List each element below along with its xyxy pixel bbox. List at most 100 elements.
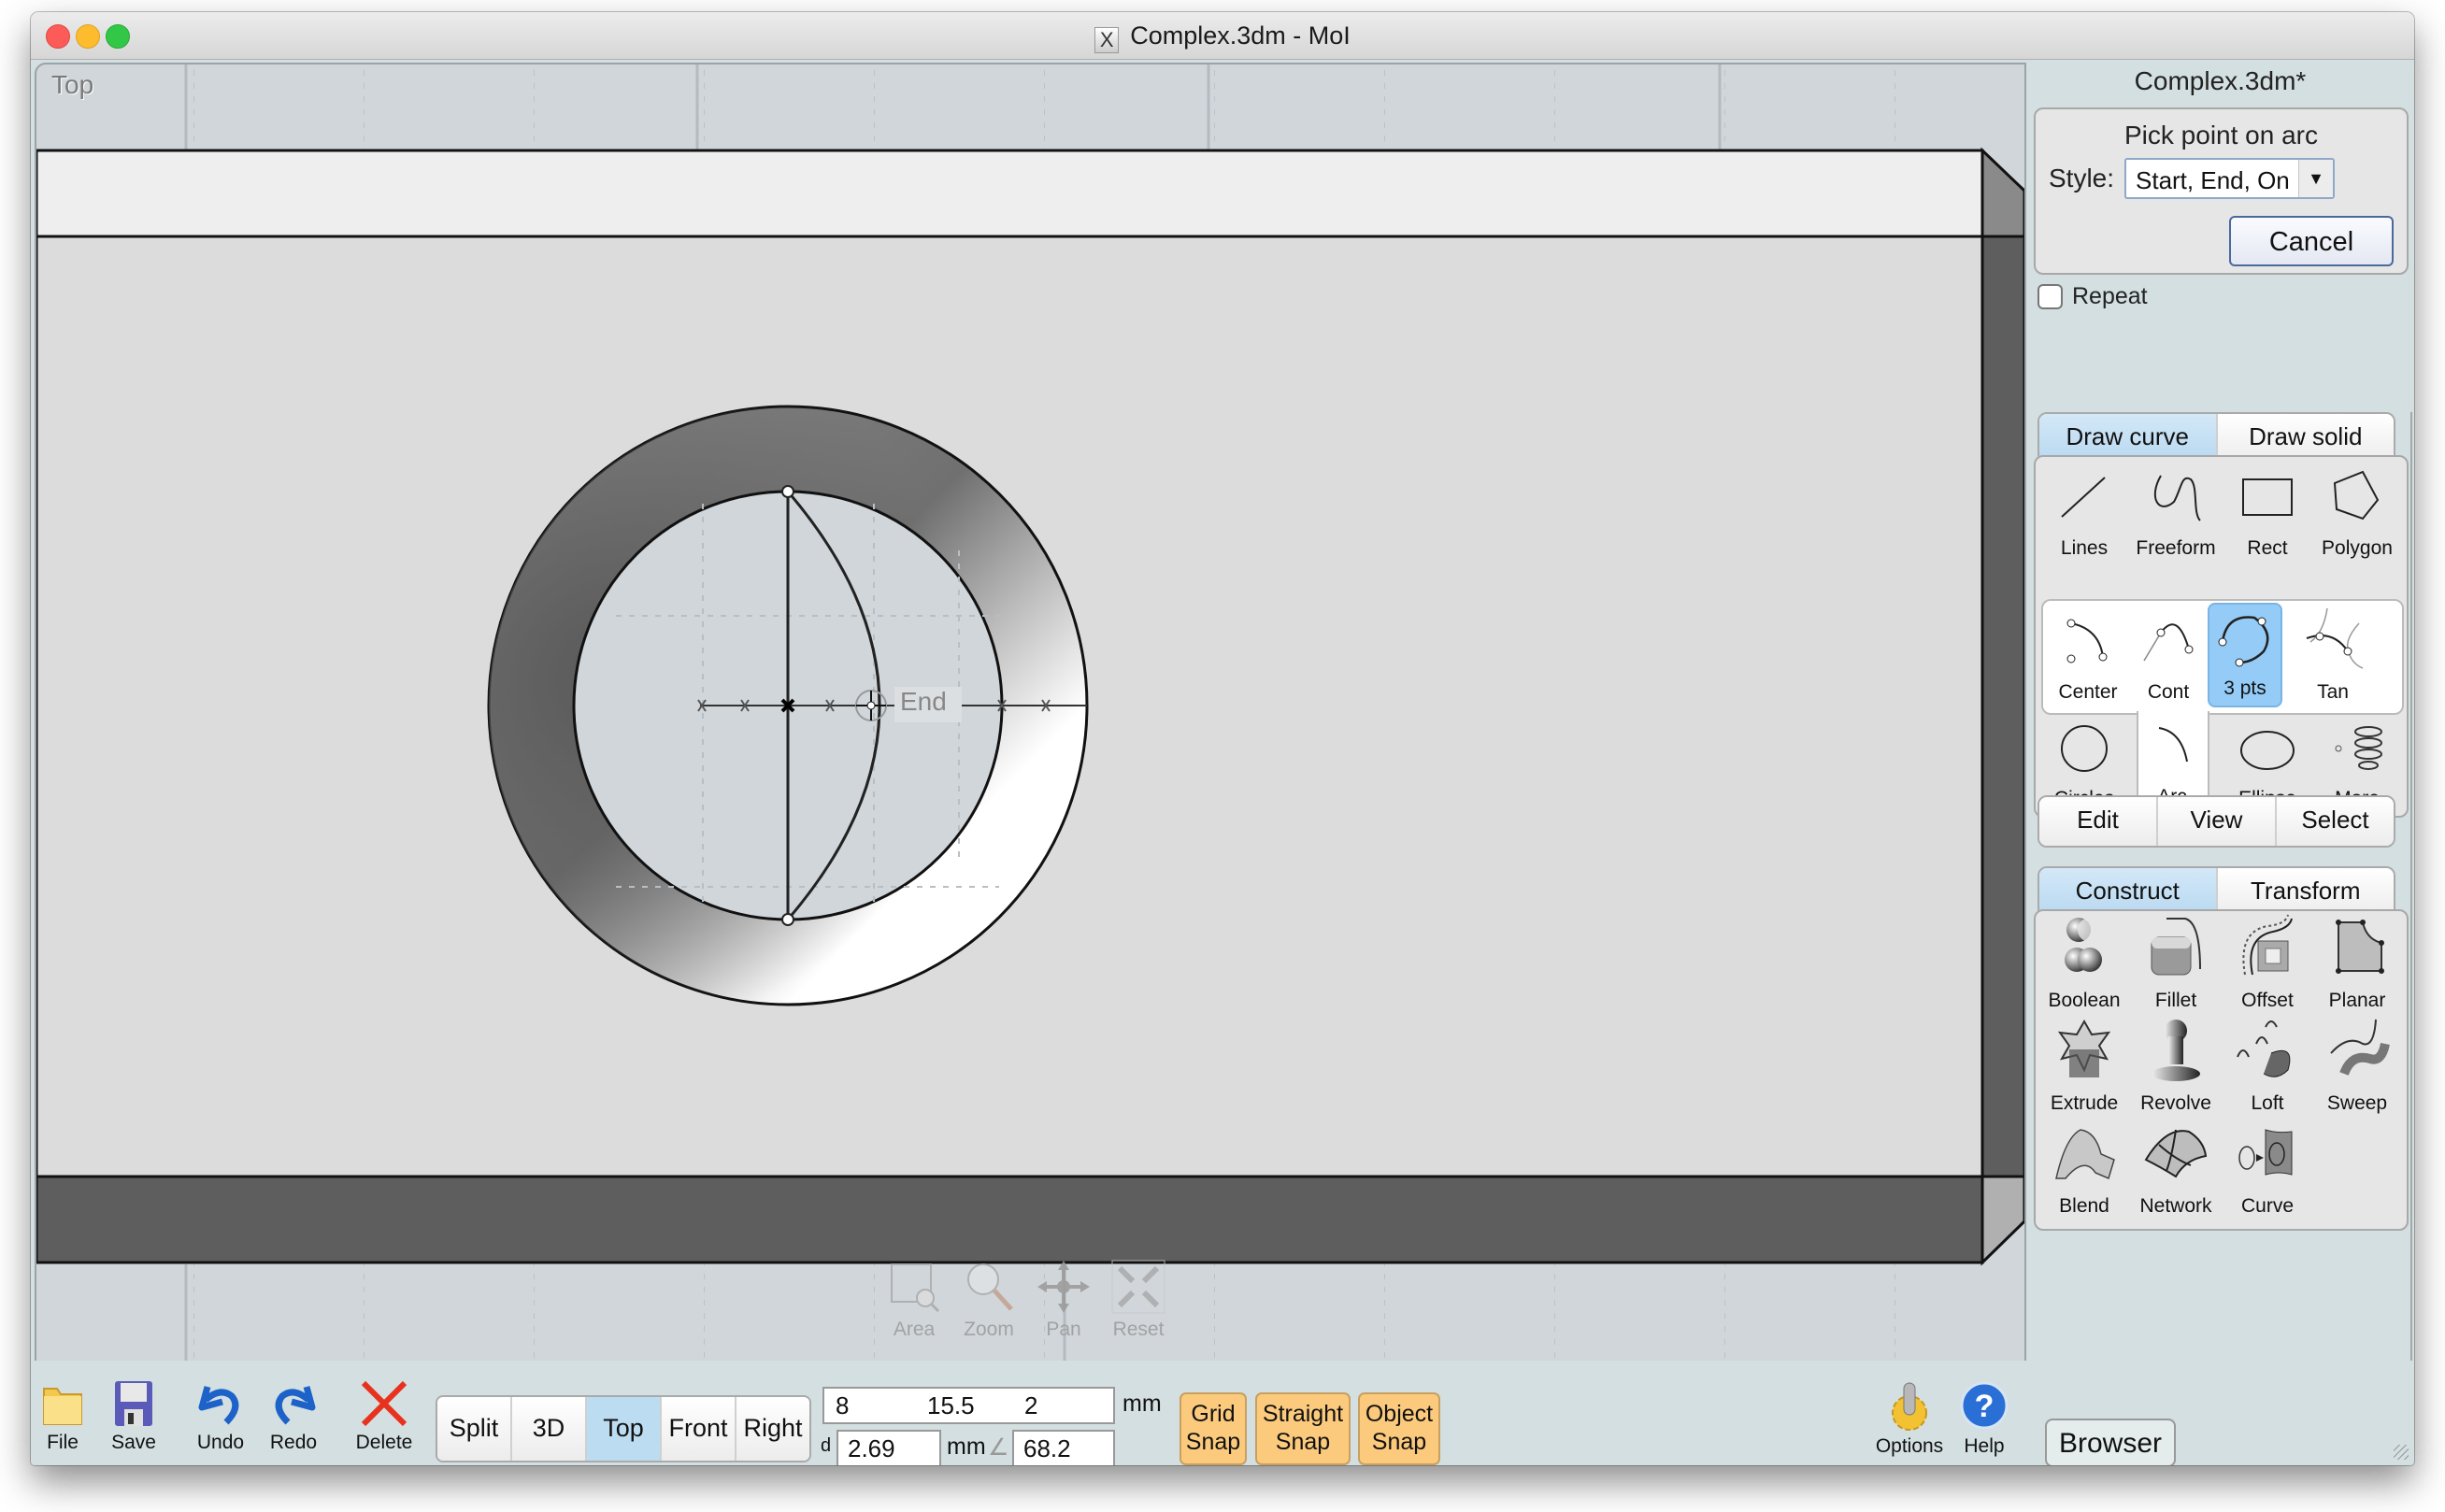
edit-view-select-tabs: Edit View Select [2038,795,2395,848]
view-nav-tools: Area Zoom Pan Reset [882,1259,1170,1341]
undo-button[interactable]: Undo [190,1379,251,1454]
style-label: Style: [2049,164,2115,193]
tab-select[interactable]: Select [2277,797,2394,846]
view-tabs: Split 3D Top Front Right [436,1395,811,1462]
command-panel: Complex.3dm* Pick point on arc Style: St… [2026,59,2414,1421]
style-dropdown-value: Start, End, On [2136,166,2290,194]
coordinate-input[interactable]: 8 15.5 2 [822,1387,1115,1424]
viewport-canvas[interactable] [36,64,2024,1362]
folder-icon [43,1388,82,1425]
circle-icon [2061,725,2108,772]
repeat-label: Repeat [2072,283,2148,309]
panel-scrollbar[interactable] [2405,412,2412,1421]
style-dropdown[interactable]: Start, End, On ▼ [2124,158,2335,199]
tab-view-front[interactable]: Front [662,1397,736,1461]
reset-view-icon [1111,1260,1165,1314]
tab-edit[interactable]: Edit [2039,797,2158,846]
save-button[interactable]: Save [106,1379,162,1454]
delete-button[interactable]: Delete [349,1379,420,1454]
resize-grip[interactable] [2394,1445,2409,1460]
browser-button[interactable]: Browser [2045,1419,2176,1465]
options-button[interactable]: Options [1870,1379,1949,1458]
angle-input[interactable]: 68.2 [1012,1430,1115,1465]
tool-revolve[interactable]: Revolve [2131,1016,2221,1120]
tool-boolean[interactable]: Boolean [2039,913,2129,1018]
reset-view-button[interactable]: Reset [1107,1259,1170,1341]
freeform-curve-icon [2153,475,2201,521]
zoom-area-icon [891,1263,940,1313]
svg-text:?: ? [1975,1389,1995,1424]
delete-x-icon [361,1380,408,1427]
tool-arc-3pts[interactable]: 3 pts [2208,603,2282,707]
grid-snap-toggle[interactable]: Grid Snap [1180,1392,1247,1465]
arc-end-point[interactable] [781,913,794,926]
magnifier-icon [967,1263,1013,1311]
polygon-icon [2333,470,2380,521]
coord-unit: mm [1122,1391,1162,1417]
sweep-icon [2330,1019,2390,1076]
tab-view-top[interactable]: Top [587,1397,662,1461]
tool-polygon[interactable]: Polygon [2312,461,2402,565]
object-snap-toggle[interactable]: Object Snap [1358,1392,1440,1465]
distance-input[interactable]: 2.69 [836,1430,941,1465]
command-options: Pick point on arc Style: Start, End, On … [2034,107,2409,275]
tab-view-right[interactable]: Right [736,1397,809,1461]
network-icon [2144,1129,2208,1178]
window-title-text: Complex.3dm - MoI [1130,21,1351,50]
help-button[interactable]: ? Help [1952,1379,2016,1458]
tool-arc-cont[interactable]: Cont [2123,605,2213,709]
tab-view[interactable]: View [2158,797,2277,846]
arc-center-icon [2066,619,2108,663]
tool-rect[interactable]: Rect [2223,461,2312,565]
repeat-option[interactable]: Repeat [2038,283,2148,310]
coord-y: 15.5 [927,1391,975,1419]
box-top-face [36,149,1984,238]
tool-blend[interactable]: Blend [2039,1119,2129,1223]
arc-continue-icon [2143,623,2194,662]
tool-fillet[interactable]: Fillet [2131,913,2221,1018]
arc-3pts-icon [2218,616,2269,667]
chevron-down-icon[interactable]: ▼ [2298,160,2333,197]
app-window: X Complex.3dm - MoI Top End Area Zoom Pa… [31,12,2414,1465]
redo-icon [275,1386,316,1425]
arc-icon [2158,727,2188,763]
viewport-label: Top [51,70,94,99]
arc-start-point[interactable] [781,485,794,498]
pan-button[interactable]: Pan [1032,1259,1095,1341]
window-title: X Complex.3dm - MoI [31,21,2414,53]
curve-project-icon [2238,1129,2293,1176]
tool-freeform[interactable]: Freeform [2131,461,2221,565]
tool-arc-tan[interactable]: Tan [2288,605,2378,709]
arc-subtools: Center Cont 3 pts Tan [2041,599,2404,715]
line-icon [2061,477,2106,518]
loft-icon [2237,1020,2291,1077]
snap-tooltip: End [900,687,947,716]
cursor-crosshair-icon [855,690,887,721]
file-button[interactable]: File [35,1379,91,1454]
x11-icon: X [1094,27,1120,53]
redo-button[interactable]: Redo [263,1379,324,1454]
tool-arc-center[interactable]: Center [2043,605,2133,709]
offset-icon [2242,914,2293,976]
area-zoom-button[interactable]: Area [882,1259,946,1341]
tool-network[interactable]: Network [2131,1119,2221,1223]
ellipse-icon [2240,731,2295,770]
tool-planar[interactable]: Planar [2312,913,2402,1018]
tool-lines[interactable]: Lines [2039,461,2129,565]
cancel-button[interactable]: Cancel [2229,216,2394,266]
tool-loft[interactable]: Loft [2223,1016,2312,1120]
tab-view-split[interactable]: Split [437,1397,512,1461]
zoom-button[interactable]: Zoom [957,1259,1021,1341]
help-icon: ? [1960,1381,2009,1430]
tool-extrude[interactable]: Extrude [2039,1016,2129,1120]
repeat-checkbox[interactable] [2038,284,2063,309]
distance-prefix: d [821,1435,832,1456]
tool-offset[interactable]: Offset [2223,913,2312,1018]
straight-snap-toggle[interactable]: Straight Snap [1255,1392,1351,1465]
pan-arrows-icon [1037,1261,1090,1313]
tab-view-3d[interactable]: 3D [512,1397,587,1461]
tool-curve[interactable]: Curve [2223,1119,2312,1223]
top-viewport[interactable]: Top End Area Zoom Pan Reset [35,63,2026,1364]
tool-sweep[interactable]: Sweep [2312,1016,2402,1120]
undo-icon [198,1386,239,1425]
